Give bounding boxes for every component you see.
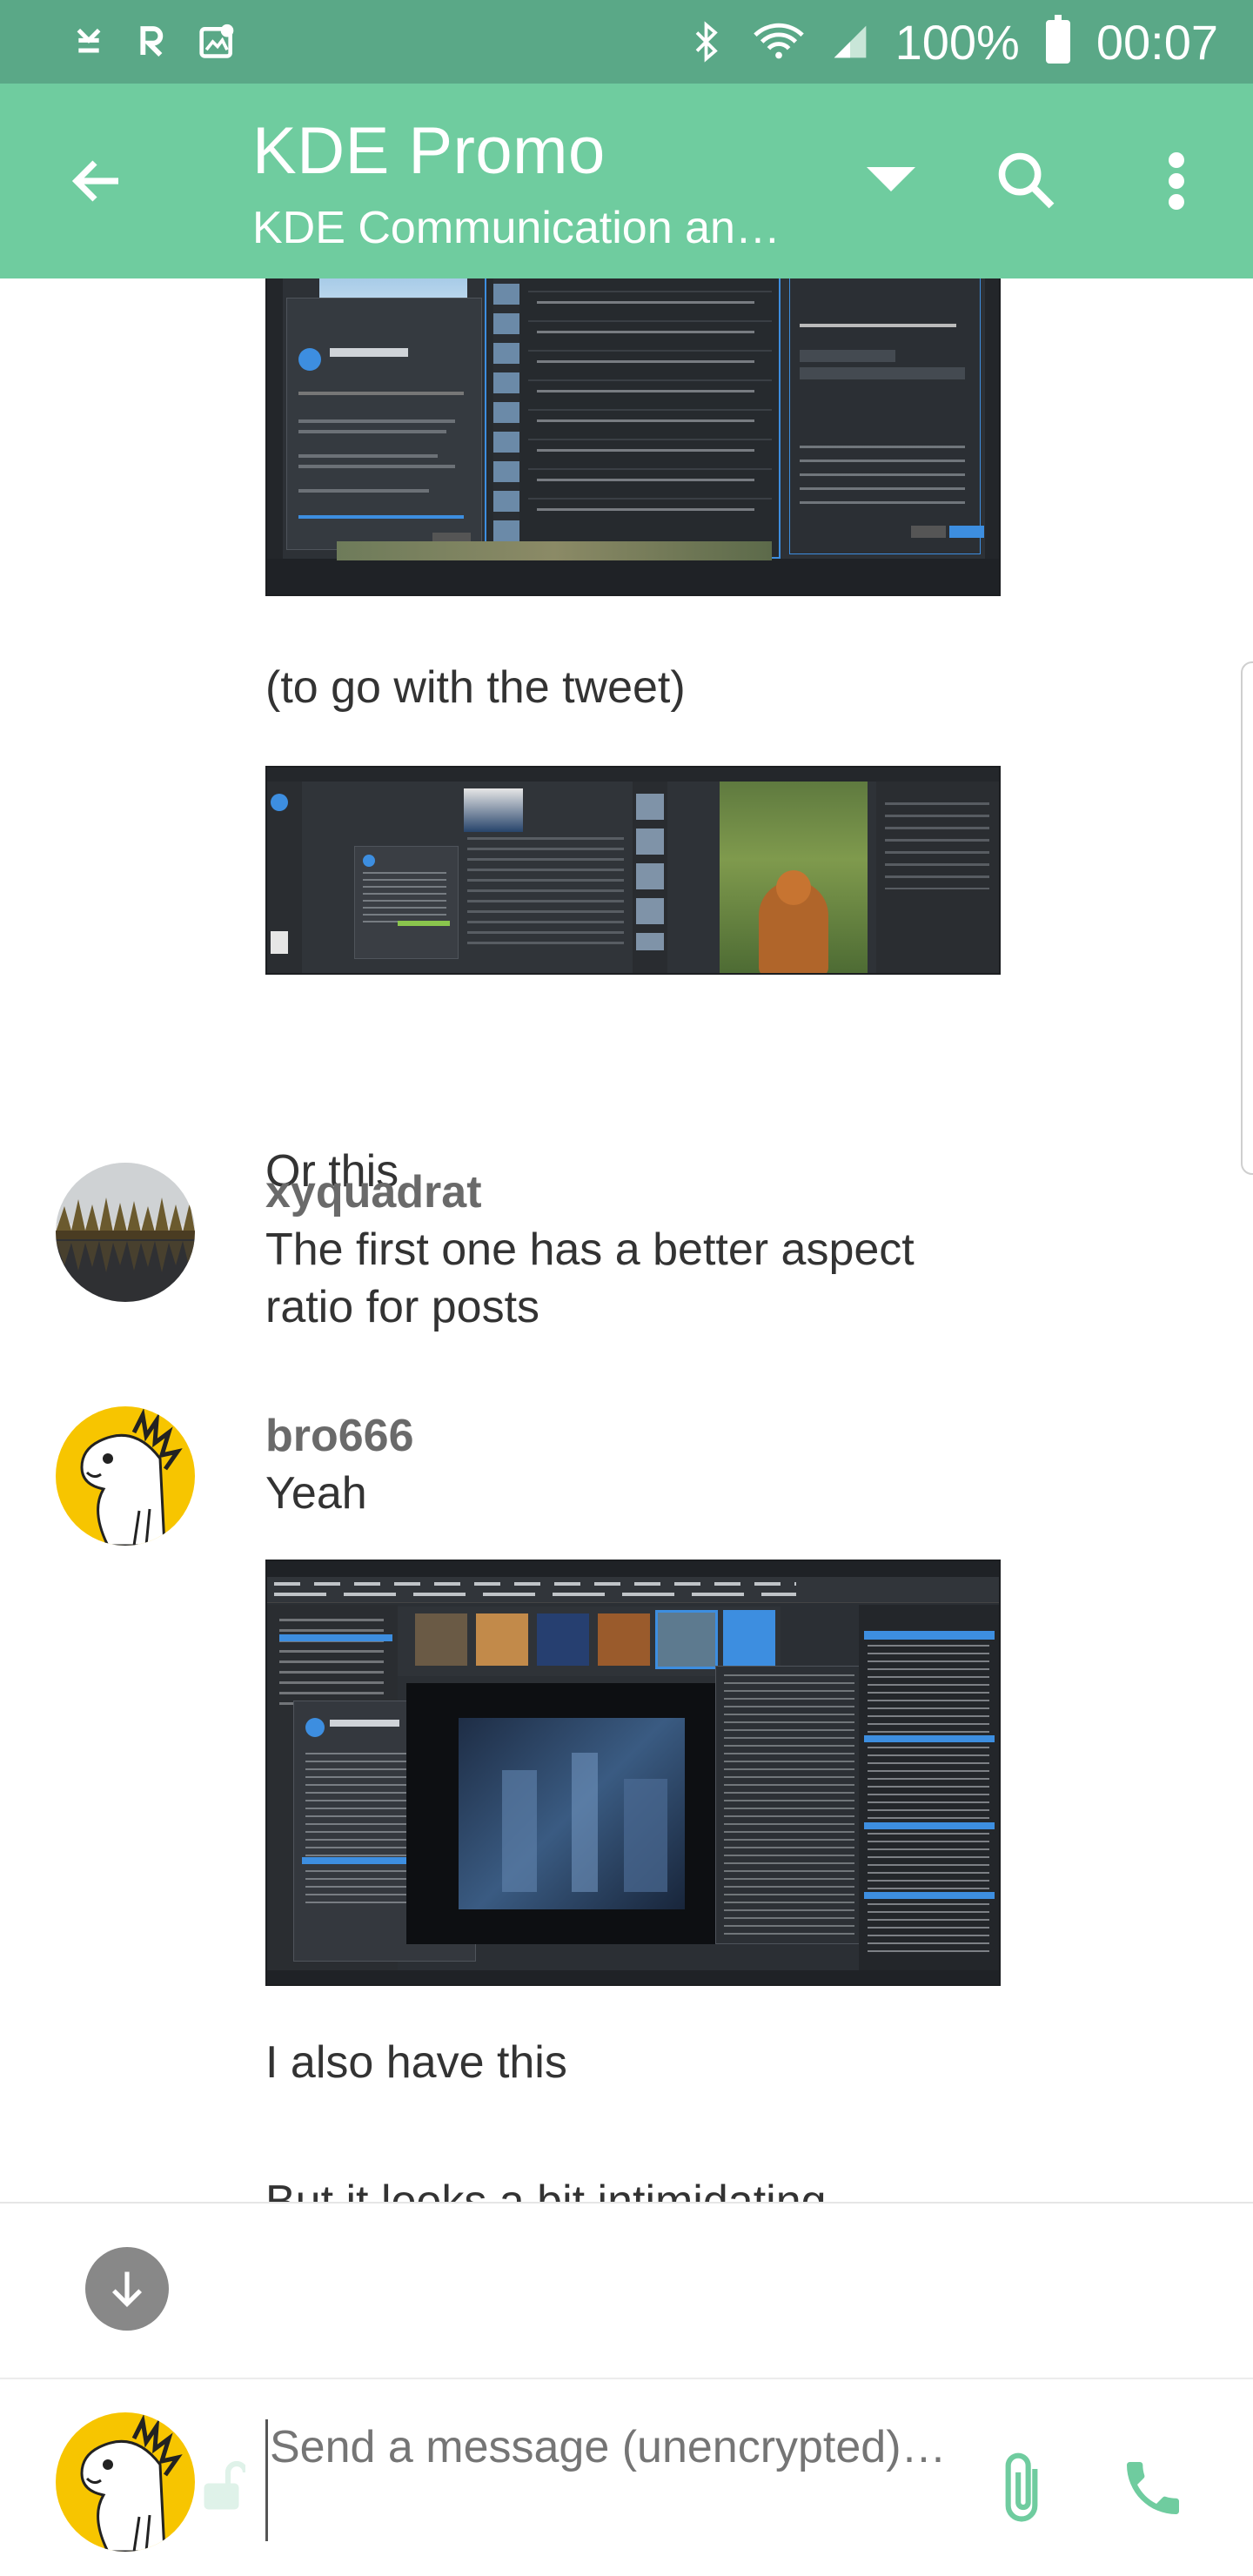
message-image[interactable] xyxy=(265,1560,1001,1986)
status-right-icons: 100% 00:07 xyxy=(688,14,1218,70)
avatar[interactable] xyxy=(56,1163,195,1302)
avatar[interactable] xyxy=(56,1406,195,1546)
voice-call-button[interactable] xyxy=(1116,2451,1190,2526)
back-arrow-icon xyxy=(71,160,118,202)
message-body: I also have this xyxy=(265,2037,567,2088)
arrow-down-icon xyxy=(111,2271,143,2308)
scroll-to-bottom-button[interactable] xyxy=(85,2247,169,2331)
message-input[interactable] xyxy=(265,2419,962,2541)
back-button[interactable] xyxy=(61,144,134,218)
search-button[interactable] xyxy=(992,146,1062,216)
attach-button[interactable] xyxy=(987,2445,1056,2532)
unlocked-icon xyxy=(202,2459,249,2512)
own-avatar[interactable] xyxy=(56,2412,195,2552)
app-bar: KDE Promo KDE Communication an… xyxy=(0,84,1253,278)
wifi-icon xyxy=(753,23,805,61)
phone-icon xyxy=(1127,2462,1179,2514)
dropdown-triangle-icon xyxy=(867,167,915,191)
more-vert-icon xyxy=(1169,152,1184,210)
message-timeline[interactable]: (to go with the tweet) Or this xyquadrat… xyxy=(0,278,1253,2202)
timeline-divider xyxy=(0,2202,1253,2204)
message-composer xyxy=(0,2378,1253,2576)
more-options-button[interactable] xyxy=(1149,146,1204,216)
message-body: (to go with the tweet) xyxy=(265,662,686,713)
message-body: ratio for posts xyxy=(265,1282,540,1332)
room-dropdown-button[interactable] xyxy=(861,153,921,205)
sender-name[interactable]: bro666 xyxy=(265,1410,414,1462)
battery-percent: 100% xyxy=(895,14,1020,70)
sender-name[interactable]: xyquadrat xyxy=(265,1166,482,1218)
room-topic[interactable]: KDE Communication an… xyxy=(252,202,781,254)
message-body: Yeah xyxy=(265,1468,367,1519)
status-left-icons xyxy=(70,23,237,61)
search-icon xyxy=(998,152,1055,209)
paperclip-icon xyxy=(1005,2452,1038,2522)
clock: 00:07 xyxy=(1096,14,1218,70)
message-image[interactable] xyxy=(265,278,1001,596)
room-title[interactable]: KDE Promo xyxy=(252,113,606,189)
scrollbar-thumb[interactable] xyxy=(1241,661,1253,1175)
message-body: The first one has a better aspect xyxy=(265,1224,915,1275)
image-location-icon xyxy=(198,23,237,61)
message-body: But it looks a bit intimidating xyxy=(265,2177,827,2202)
signal-icon xyxy=(831,23,869,61)
download-done-icon xyxy=(70,23,108,61)
bluetooth-icon xyxy=(688,21,727,63)
message-image[interactable] xyxy=(265,766,1001,975)
app-r-icon xyxy=(134,23,172,61)
status-bar: 100% 00:07 xyxy=(0,0,1253,84)
battery-icon xyxy=(1045,15,1070,64)
